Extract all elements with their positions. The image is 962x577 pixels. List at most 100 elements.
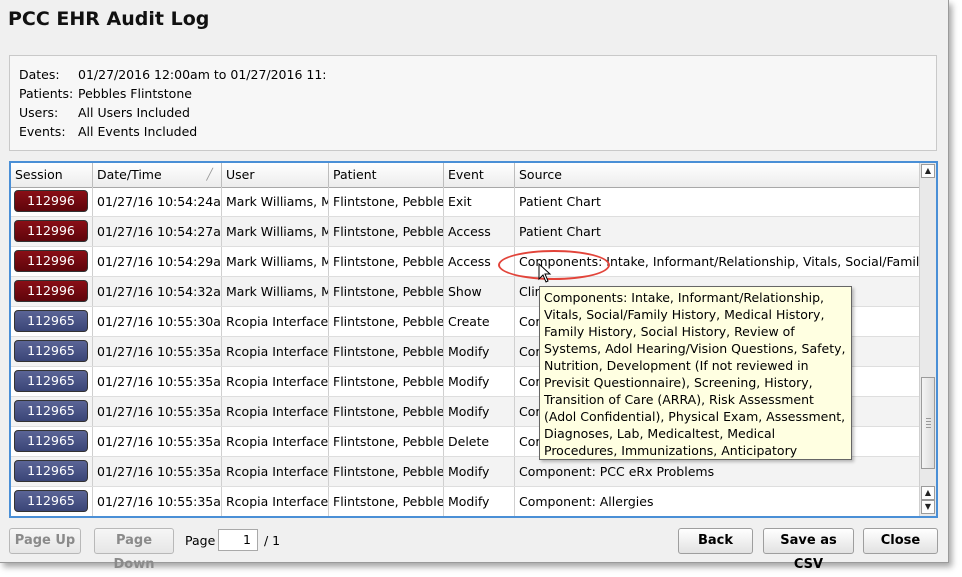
cell-user: Mark Williams, MD (222, 247, 329, 276)
cell-session: 112965 (11, 427, 93, 456)
session-button[interactable]: 112965 (14, 340, 88, 362)
cell-event: Modify (444, 367, 515, 396)
cell-event: Access (444, 217, 515, 246)
filter-label: Users: (19, 105, 59, 120)
cell-event: Modify (444, 337, 515, 366)
cell-datetime: 01/27/16 10:55:35am (93, 397, 222, 426)
session-button[interactable]: 112965 (14, 460, 88, 482)
cell-patient: Flintstone, Pebbles (329, 487, 444, 516)
table-row[interactable]: 112996 01/27/16 10:54:27am Mark Williams, … (11, 217, 920, 247)
scroll-down-icon[interactable]: ▼ (921, 500, 935, 514)
column-header-label: Date/Time (97, 167, 162, 182)
cell-datetime: 01/27/16 10:55:35am (93, 427, 222, 456)
cell-session: 112965 (11, 307, 93, 336)
cell-user: Rcopia Interface ( (222, 427, 329, 456)
cell-event: Exit (444, 187, 515, 216)
column-header-source[interactable]: Source (515, 163, 920, 187)
cell-datetime: 01/27/16 10:54:27am (93, 217, 222, 246)
audit-log-window: PCC EHR Audit Log Dates: 01/27/2016 12:00… (0, 0, 949, 572)
page-up-button[interactable]: Page Up (9, 528, 81, 554)
session-button[interactable]: 112965 (14, 370, 88, 392)
source-tooltip: Components: Intake, Informant/Relationsh… (539, 286, 852, 460)
column-header-event[interactable]: Event (444, 163, 515, 187)
cell-datetime: 01/27/16 10:54:29am (93, 247, 222, 276)
cell-datetime: 01/27/16 10:54:32am (93, 277, 222, 306)
cell-user: Mark Williams, MD (222, 277, 329, 306)
cell-session: 112965 (11, 487, 93, 516)
session-button[interactable]: 112965 (14, 310, 88, 332)
cell-session: 112996 (11, 217, 93, 246)
table-row[interactable]: 112996 01/27/16 10:54:24am Mark Williams, … (11, 187, 920, 217)
cell-patient: Flintstone, Pebbles (329, 367, 444, 396)
cell-datetime: 01/27/16 10:55:30am (93, 307, 222, 336)
column-header-patient[interactable]: Patient (329, 163, 444, 187)
save-csv-button[interactable]: Save as CSV (763, 528, 854, 572)
cell-patient: Flintstone, Pebbles (329, 397, 444, 426)
cell-session: 112965 (11, 337, 93, 366)
cell-session: 112996 (11, 247, 93, 276)
grip-line (926, 427, 931, 428)
cell-patient: Flintstone, Pebbles (329, 217, 444, 246)
sort-icon: ╱ (206, 168, 213, 181)
cell-session: 112965 (11, 367, 93, 396)
vertical-scrollbar[interactable]: ▲ ▲ ▼ (919, 163, 936, 516)
table-row[interactable]: 112996 01/27/16 10:54:29am Mark Williams, … (11, 247, 920, 277)
cell-datetime: 01/27/16 10:55:35am (93, 487, 222, 516)
cell-user: Rcopia Interface ( (222, 307, 329, 336)
grip-line (926, 424, 931, 425)
filter-label: Patients: (19, 86, 74, 101)
filter-value: All Events Included (78, 124, 198, 139)
filter-label: Dates: (19, 67, 60, 82)
scroll-up-icon[interactable]: ▲ (921, 164, 935, 178)
cell-datetime: 01/27/16 10:55:35am (93, 337, 222, 366)
cell-session: 112965 (11, 457, 93, 486)
close-button[interactable]: Close (863, 528, 938, 554)
cell-user: Rcopia Interface ( (222, 457, 329, 486)
session-button[interactable]: 112996 (14, 250, 88, 272)
filter-label: Events: (19, 124, 66, 139)
table-row[interactable]: 112965 01/27/16 10:55:35am Rcopia Interfac… (11, 487, 920, 516)
scroll-up-icon[interactable]: ▲ (921, 486, 935, 500)
table-row[interactable]: 112965 01/27/16 10:55:35am Rcopia Interfac… (11, 457, 920, 487)
cell-source: Component: PCC eRx Problems (519, 464, 715, 479)
cell-user: Mark Williams, MD (222, 217, 329, 246)
session-button[interactable]: 112996 (14, 190, 88, 212)
session-button[interactable]: 112965 (14, 490, 88, 512)
cell-patient: Flintstone, Pebbles (329, 337, 444, 366)
filter-value: Pebbles Flintstone (78, 86, 192, 101)
grip-line (926, 421, 931, 422)
cell-event: Access (444, 247, 515, 276)
filter-events: Events: All Events Included (19, 123, 197, 141)
cell-event: Show (444, 277, 515, 306)
cell-patient: Flintstone, Pebbles (329, 307, 444, 336)
cell-event: Modify (444, 487, 515, 516)
column-header-datetime[interactable]: Date/Time ╱ (93, 163, 222, 187)
column-header-session[interactable]: Session (11, 163, 93, 187)
page-label: Page (185, 533, 216, 548)
page-number-input[interactable]: 1 (218, 529, 258, 551)
cell-event: Modify (444, 397, 515, 426)
cell-patient: Flintstone, Pebbles (329, 247, 444, 276)
cell-session: 112996 (11, 187, 93, 216)
cell-event: Create (444, 307, 515, 336)
cell-user: Mark Williams, MD (222, 187, 329, 216)
session-button[interactable]: 112996 (14, 280, 88, 302)
cell-source: Patient Chart (519, 224, 601, 239)
scrollbar-thumb[interactable] (921, 377, 935, 469)
cell-patient: Flintstone, Pebbles (329, 457, 444, 486)
cell-patient: Flintstone, Pebbles (329, 187, 444, 216)
back-button[interactable]: Back (678, 528, 753, 554)
column-header-user[interactable]: User (222, 163, 329, 187)
filter-dates: Dates: 01/27/2016 12:00am to 01/27/2016 1… (19, 66, 326, 84)
cell-session: 112965 (11, 397, 93, 426)
session-button[interactable]: 112965 (14, 430, 88, 452)
cell-event: Delete (444, 427, 515, 456)
session-button[interactable]: 112996 (14, 220, 88, 242)
cell-patient: Flintstone, Pebbles (329, 277, 444, 306)
cell-source: Components: Intake, Informant/Relationsh… (519, 254, 920, 269)
session-button[interactable]: 112965 (14, 400, 88, 422)
cell-event: Modify (444, 457, 515, 486)
cell-datetime: 01/27/16 10:54:24am (93, 187, 222, 216)
cell-source: Patient Chart (519, 194, 601, 209)
page-down-button[interactable]: Page Down (94, 528, 174, 572)
